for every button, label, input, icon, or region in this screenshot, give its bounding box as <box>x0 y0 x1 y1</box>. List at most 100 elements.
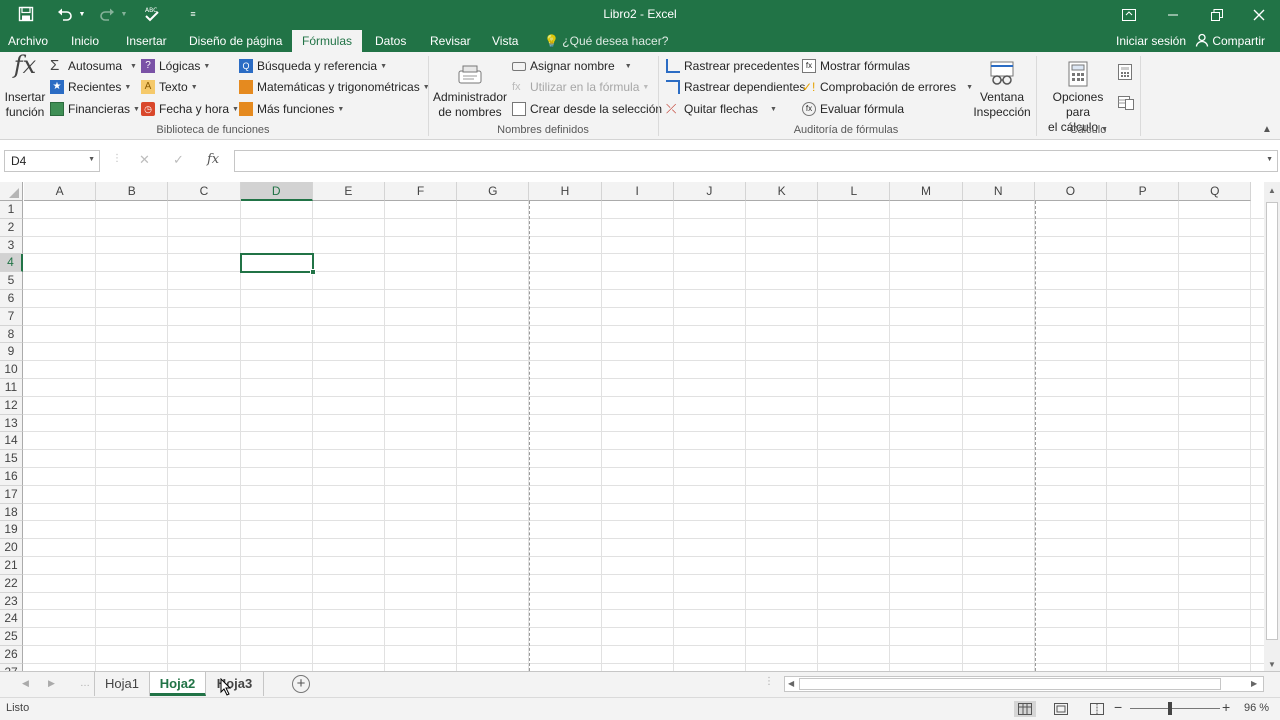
ribbon-display-icon[interactable] <box>1108 0 1150 30</box>
restore-icon[interactable] <box>1196 0 1238 30</box>
column-header-g[interactable]: G <box>457 182 530 201</box>
show-formulas-button[interactable]: fx Mostrar fórmulas <box>802 56 910 76</box>
chevron-down-icon[interactable]: ▼ <box>88 156 95 163</box>
fill-handle[interactable] <box>309 269 316 276</box>
row-header-14[interactable]: 14 <box>0 432 23 451</box>
scroll-up-icon[interactable]: ▲ <box>1268 186 1276 195</box>
name-manager-button[interactable]: Administrador de nombres <box>432 60 508 120</box>
tab-formulas[interactable]: Fórmulas <box>292 30 363 52</box>
column-header-m[interactable]: M <box>890 182 963 201</box>
row-header-22[interactable]: 22 <box>0 574 23 593</box>
column-header-n[interactable]: N <box>962 182 1035 201</box>
trace-precedents-button[interactable]: Rastrear precedentes <box>666 56 799 76</box>
tab-vista[interactable]: Vista <box>492 30 518 52</box>
column-header-a[interactable]: A <box>24 182 97 201</box>
text-button[interactable]: A Texto ▼ <box>141 77 198 97</box>
zoom-out-icon[interactable]: − <box>1114 699 1122 715</box>
row-header-2[interactable]: 2 <box>0 218 23 237</box>
column-header-j[interactable]: J <box>673 182 746 201</box>
row-header-8[interactable]: 8 <box>0 325 23 344</box>
name-box[interactable]: D4 ▼ <box>4 150 100 172</box>
scroll-right-icon[interactable]: ▶ <box>1251 679 1257 688</box>
create-from-selection-button[interactable]: Crear desde la selección <box>512 99 662 119</box>
sheet-scroll-left-icon[interactable]: ◀ <box>22 678 29 689</box>
trace-dependents-button[interactable]: Rastrear dependientes <box>666 77 805 97</box>
select-all-corner[interactable] <box>0 182 23 201</box>
tell-me-box[interactable]: 💡 ¿Qué desea hacer? <box>544 30 668 52</box>
tab-datos[interactable]: Datos <box>375 30 406 52</box>
math-button[interactable]: Matemáticas y trigonométricas ▼ <box>239 77 430 97</box>
close-icon[interactable] <box>1238 0 1280 30</box>
zoom-slider-thumb[interactable] <box>1168 702 1172 715</box>
tab-insertar[interactable]: Insertar <box>126 30 167 52</box>
sheet-tab-hoja1[interactable]: Hoja1 <box>94 672 150 696</box>
insert-function-fx-icon[interactable]: fx <box>207 152 219 167</box>
add-sheet-icon[interactable]: + <box>292 675 310 693</box>
row-header-11[interactable]: 11 <box>0 379 23 397</box>
autosum-button[interactable]: Σ Autosuma ▼ <box>50 56 137 76</box>
horizontal-scroll-thumb[interactable] <box>799 678 1221 690</box>
datetime-button[interactable]: ◷ Fecha y hora ▼ <box>141 99 239 119</box>
define-name-button[interactable]: Asignar nombre ▼ <box>512 56 632 76</box>
column-header-o[interactable]: O <box>1034 182 1107 201</box>
row-header-6[interactable]: 6 <box>0 290 23 308</box>
calculate-sheet-icon[interactable] <box>1118 94 1134 110</box>
tab-revisar[interactable]: Revisar <box>430 30 471 52</box>
row-header-5[interactable]: 5 <box>0 272 23 290</box>
zoom-in-icon[interactable]: + <box>1222 699 1230 715</box>
column-header-c[interactable]: C <box>168 182 241 201</box>
calculate-now-icon[interactable] <box>1118 64 1134 80</box>
row-header-26[interactable]: 26 <box>0 646 23 664</box>
evaluate-formula-button[interactable]: fx Evaluar fórmula <box>802 99 904 119</box>
sheet-tab-hoja2[interactable]: Hoja2 <box>150 672 206 696</box>
column-header-q[interactable]: Q <box>1179 182 1252 201</box>
zoom-slider-track[interactable] <box>1130 708 1220 709</box>
column-header-h[interactable]: H <box>529 182 602 201</box>
row-header-4[interactable]: 4 <box>0 254 23 273</box>
vertical-scroll-thumb[interactable] <box>1266 202 1278 640</box>
normal-view-icon[interactable] <box>1014 701 1036 717</box>
column-header-p[interactable]: P <box>1107 182 1180 201</box>
recent-button[interactable]: ★ Recientes ▼ <box>50 77 131 97</box>
collapse-ribbon-icon[interactable]: ▲ <box>1262 124 1272 135</box>
tab-inicio[interactable]: Inicio <box>71 30 99 52</box>
horizontal-scrollbar[interactable]: ◀ ▶ <box>784 676 1264 692</box>
row-header-21[interactable]: 21 <box>0 557 23 575</box>
scroll-left-icon[interactable]: ◀ <box>788 679 794 688</box>
row-header-18[interactable]: 18 <box>0 503 23 522</box>
page-layout-view-icon[interactable] <box>1050 701 1072 717</box>
minimize-icon[interactable] <box>1152 0 1194 30</box>
sheet-scroll-right-icon[interactable]: ▶ <box>48 678 55 689</box>
row-header-16[interactable]: 16 <box>0 468 23 486</box>
row-header-15[interactable]: 15 <box>0 450 23 468</box>
column-header-e[interactable]: E <box>312 182 385 201</box>
error-checking-button[interactable]: ✓! Comprobación de errores ▼ <box>802 77 973 97</box>
row-header-7[interactable]: 7 <box>0 307 23 326</box>
column-header-l[interactable]: L <box>818 182 891 201</box>
row-header-23[interactable]: 23 <box>0 592 23 611</box>
row-header-12[interactable]: 12 <box>0 396 23 415</box>
worksheet-grid[interactable]: ABCDEFGHIJKLMNOPQ 1 2 3 4 5 6 7 8 9 10 11 12 13 14 15 1… <box>0 182 1264 671</box>
row-header-17[interactable]: 17 <box>0 485 23 504</box>
expand-formula-bar-icon[interactable]: ▼ <box>1266 156 1273 163</box>
formula-input[interactable]: ▼ <box>234 150 1278 172</box>
active-cell-d4[interactable] <box>239 253 314 274</box>
row-header-24[interactable]: 24 <box>0 610 23 629</box>
share-button[interactable]: Compartir <box>1195 30 1265 52</box>
signin-link[interactable]: Iniciar sesión <box>1116 30 1186 52</box>
vertical-scrollbar[interactable]: ▲ ▼ <box>1264 182 1280 671</box>
sheet-tab-hoja3[interactable]: Hoja3 <box>206 672 264 696</box>
watch-window-button[interactable]: Ventana Inspección <box>970 58 1034 120</box>
row-header-19[interactable]: 19 <box>0 521 23 540</box>
column-header-b[interactable]: B <box>96 182 169 201</box>
logical-button[interactable]: ? Lógicas ▼ <box>141 56 210 76</box>
row-header-27[interactable]: 27 <box>0 663 23 671</box>
row-header-1[interactable]: 1 <box>0 201 23 219</box>
row-header-13[interactable]: 13 <box>0 414 23 433</box>
column-header-i[interactable]: I <box>601 182 674 201</box>
column-header-k[interactable]: K <box>746 182 819 201</box>
insert-function-button[interactable]: fx Insertar función <box>4 53 46 120</box>
column-header-d[interactable]: D <box>240 182 313 201</box>
more-functions-button[interactable]: Más funciones ▼ <box>239 99 344 119</box>
tab-archivo[interactable]: Archivo <box>8 30 48 52</box>
